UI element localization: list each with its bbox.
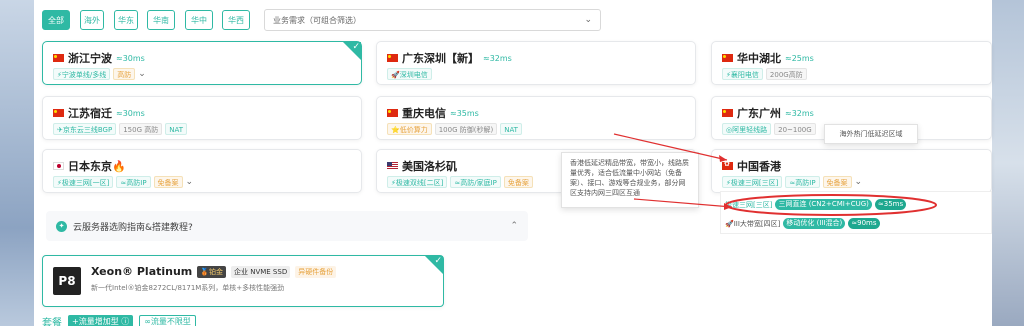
tag: ⭐低价算力 — [387, 123, 432, 135]
tag: 20~100G — [774, 123, 816, 135]
filter-chip-west[interactable]: 华西 — [222, 10, 250, 30]
guide-text: 云服务器选购指南&搭建教程? — [73, 222, 193, 233]
latency: ≈32ms — [785, 108, 814, 118]
flag-cn-icon — [53, 109, 64, 117]
region-title: 华中湖北 — [737, 52, 781, 65]
line-option-label: 🚀III大带宽[四区] — [725, 219, 781, 228]
tag: NAT — [500, 123, 522, 135]
line-option-zone3[interactable]: 极速三网[三区] 三网直连 (CN2+CMI+CUG) ≈35ms — [725, 199, 907, 210]
tag: 100G 防御(秒解) — [434, 123, 498, 135]
tag: 免备案 — [153, 176, 183, 188]
tag: ≈高防IP — [116, 176, 151, 188]
region-title: 中国香港 — [737, 160, 781, 173]
filter-chip-central[interactable]: 华中 — [185, 10, 213, 30]
line-dropdown: 极速三网[三区] 三网直连 (CN2+CMI+CUG) ≈35ms 🚀III大带… — [720, 191, 992, 234]
left-background — [0, 0, 34, 326]
latency: ≈30ms — [116, 53, 145, 63]
hongkong-tooltip: 香港低延迟精品带宽，带宽小，线路质量优秀，适合低流量中小网站（免备案）、接口、游… — [561, 152, 699, 208]
tag: ⚡宁波单线/多线 — [53, 68, 111, 80]
select-placeholder: 业务需求（可组合筛选） — [273, 15, 361, 25]
flag-jp-icon — [53, 162, 64, 170]
region-card-tokyo[interactable]: 日本东京🔥 ⚡极速三网[一区] ≈高防IP 免备案 ⌄ — [42, 149, 362, 193]
region-card-hubei[interactable]: 华中湖北 ≈25ms ⚡襄阳电信 200G高防 — [711, 41, 992, 85]
flag-us-icon — [387, 162, 398, 170]
tag: ≈高防IP — [785, 176, 820, 188]
filter-chip-east[interactable]: 华东 — [114, 10, 138, 30]
package-option-unlimited[interactable]: ∞流量不限型 — [139, 315, 196, 326]
guide-link[interactable]: ✦ 云服务器选购指南&搭建教程? ⌃ — [46, 211, 528, 241]
region-card-hongkong[interactable]: 中国香港 ⚡极速三网[三区]≈高防IP免备案⌄ — [711, 149, 992, 193]
backup-tag: 异硬件备份 — [295, 265, 337, 278]
right-background — [992, 0, 1024, 326]
compass-icon: ✦ — [56, 220, 67, 232]
package-option-traffic[interactable]: +流量增加型 ⓘ — [68, 315, 134, 326]
region-card-suqian[interactable]: 江苏宿迁 ≈30ms ✈京东云三线BGP 150G 高防 NAT — [42, 96, 362, 140]
tag: ⚡极速三网[三区] — [722, 176, 783, 188]
region-title: 美国洛杉矶 — [402, 160, 457, 173]
filter-chip-south[interactable]: 华南 — [147, 10, 175, 30]
tag: 高防 — [113, 68, 136, 80]
flag-cn-icon — [722, 109, 733, 117]
region-title: 广东广州 — [737, 107, 781, 120]
latency: ≈25ms — [785, 53, 814, 63]
flag-hk-icon — [722, 160, 733, 170]
region-title: 日本东京🔥 — [68, 160, 126, 173]
tag: ⚡襄阳电信 — [722, 68, 763, 80]
flag-cn-icon — [387, 54, 398, 62]
line-badge: 三网直连 (CN2+CMI+CUG) — [775, 199, 872, 210]
tag: ✈京东云三线BGP — [53, 123, 117, 135]
tag: 200G高防 — [765, 68, 807, 80]
tag: 150G 高防 — [119, 123, 163, 135]
latency: ≈30ms — [116, 108, 145, 118]
chevron-up-icon: ⌃ — [510, 221, 518, 231]
filter-chip-all[interactable]: 全部 — [42, 10, 70, 30]
region-card-shenzhen[interactable]: 广东深圳【新】 ≈32ms 🚀深圳电信 — [376, 41, 696, 85]
cpu-name: Xeon® Platinum — [91, 265, 193, 278]
region-title: 重庆电信 — [402, 107, 446, 120]
flag-cn-icon — [722, 54, 733, 62]
tag: ≈高防/家庭IP — [450, 176, 501, 188]
tag: ⚡极速三网[一区] — [53, 176, 114, 188]
tag: 🚀深圳电信 — [387, 68, 432, 80]
latency-badge: ≈35ms — [874, 199, 907, 210]
line-option-label: 极速三网[三区] — [725, 200, 773, 209]
filter-chip-overseas[interactable]: 海外 — [80, 10, 104, 30]
cpu-card[interactable]: ✓ P8 Xeon® Platinum 🥉铂金 企业 NVME SSD 异硬件备… — [42, 255, 444, 307]
line-option-zone4[interactable]: 🚀III大带宽[四区] 移动优化 (III混合) ≈90ms — [725, 218, 880, 229]
cpu-desc: 新一代Intel®铂金8272CL/8171M系列，单核+多核性能强劲 — [91, 284, 285, 292]
ssd-tag: 企业 NVME SSD — [231, 265, 291, 278]
chevron-down-icon: ⌄ — [584, 15, 592, 25]
business-filter-select[interactable]: 业务需求（可组合筛选） ⌄ — [264, 9, 601, 31]
package-row: 套餐 +流量增加型 ⓘ ∞流量不限型 — [42, 314, 196, 326]
latency: ≈35ms — [450, 108, 479, 118]
region-title: 江苏宿迁 — [68, 107, 112, 120]
chevron-down-icon[interactable]: ⌄ — [138, 69, 146, 79]
tag: 免备案 — [503, 176, 533, 188]
latency-badge: ≈90ms — [848, 218, 880, 229]
line-badge: 移动优化 (III混合) — [783, 218, 846, 229]
page-main: 全部 海外 华东 华南 华中 华西 业务需求（可组合筛选） ⌄ ✓ 浙江宁波 ≈3… — [34, 0, 992, 326]
gold-tag: 🥉铂金 — [197, 265, 226, 278]
region-card-ningbo[interactable]: ✓ 浙江宁波 ≈30ms ⚡宁波单线/多线 高防 ⌄ — [42, 41, 362, 85]
region-title: 浙江宁波 — [68, 52, 112, 65]
tag: 免备案 — [822, 176, 852, 188]
tag: NAT — [165, 123, 187, 135]
chevron-down-icon[interactable]: ⌄ — [186, 177, 194, 187]
latency: ≈32ms — [483, 53, 512, 63]
tag: ◎阿里轻线路 — [722, 123, 772, 135]
overseas-tooltip: 海外热门低延迟区域 — [824, 124, 918, 144]
tag: ⚡极速双线[二区] — [387, 176, 448, 188]
flag-cn-icon — [53, 54, 64, 62]
region-title: 广东深圳【新】 — [402, 52, 479, 65]
check-icon: ✓ — [434, 256, 442, 266]
package-label: 套餐 — [42, 318, 62, 326]
region-card-chongqing[interactable]: 重庆电信 ≈35ms ⭐低价算力 100G 防御(秒解) NAT — [376, 96, 696, 140]
flag-cn-icon — [387, 109, 398, 117]
chevron-down-icon[interactable]: ⌄ — [855, 177, 863, 187]
check-icon: ✓ — [352, 42, 360, 52]
cpu-badge: P8 — [53, 267, 81, 295]
